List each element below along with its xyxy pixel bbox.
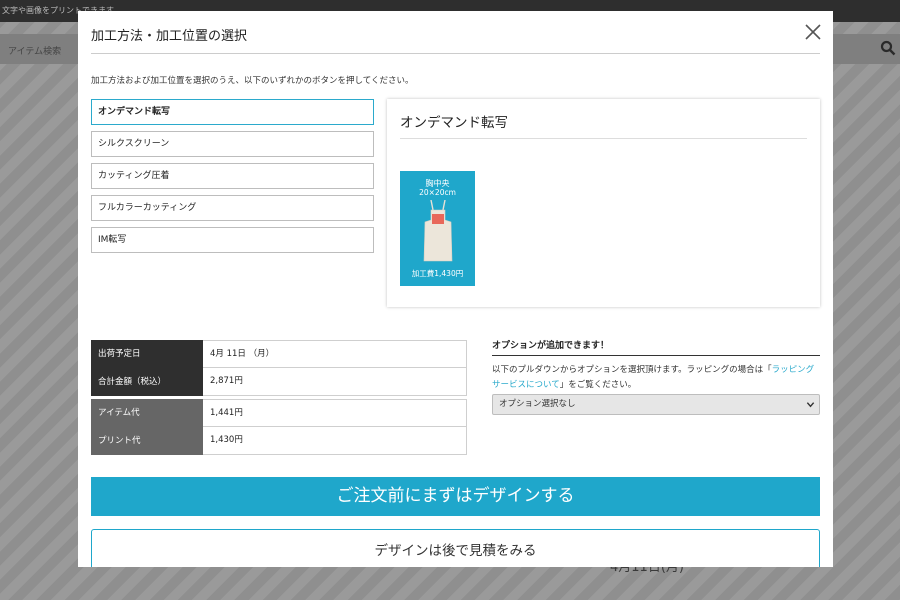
method-button-cutting[interactable]: カッティング圧着 bbox=[91, 163, 374, 189]
ship-date-value: 4月 11日 （月） bbox=[203, 340, 467, 368]
options-desc-text-after: 」をご覧ください。 bbox=[559, 380, 637, 390]
method-button-silkscreen[interactable]: シルクスクリーン bbox=[91, 131, 374, 157]
method-list: オンデマンド転写 シルクスクリーン カッティング圧着 フルカラーカッティング I… bbox=[91, 99, 374, 259]
search-placeholder: アイテム検索 bbox=[8, 47, 62, 57]
options-desc-text-before: 以下のプルダウンからオプションを選択頂けます。ラッピングの場合は「 bbox=[492, 365, 772, 375]
print-cost-label: プリント代 bbox=[91, 427, 203, 455]
detail-title: オンデマンド転写 bbox=[400, 115, 508, 131]
ship-date-row: 出荷予定日 4月 11日 （月） bbox=[91, 340, 467, 368]
item-cost-value: 1,441円 bbox=[203, 399, 467, 427]
options-description: 以下のプルダウンからオプションを選択頂けます。ラッピングの場合は「ラッピングサー… bbox=[492, 363, 822, 393]
print-method-modal: 加工方法・加工位置の選択 加工方法および加工位置を選択のうえ、以下のいずれかのボ… bbox=[78, 11, 833, 567]
method-button-fullcolor-cutting[interactable]: フルカラーカッティング bbox=[91, 195, 374, 221]
option-select[interactable]: オプション選択なし bbox=[492, 394, 820, 415]
position-size: 20×20cm bbox=[419, 188, 456, 197]
options-heading: オプションが追加できます！ bbox=[492, 341, 610, 351]
estimate-later-button[interactable]: デザインは後で見積をみる bbox=[91, 529, 820, 567]
print-position-card[interactable]: 胸中央 20×20cm 加工費1,430円 bbox=[400, 171, 475, 286]
print-cost-row: プリント代 1,430円 bbox=[91, 427, 467, 455]
modal-title: 加工方法・加工位置の選択 bbox=[91, 29, 248, 44]
total-label: 合計金額（税込） bbox=[91, 368, 203, 396]
apron-icon bbox=[423, 200, 453, 262]
search-icon bbox=[880, 40, 896, 56]
method-button-on-demand[interactable]: オンデマンド転写 bbox=[91, 99, 374, 125]
item-cost-row: アイテム代 1,441円 bbox=[91, 399, 467, 427]
title-divider bbox=[91, 53, 820, 54]
option-select-value: オプション選択なし bbox=[499, 399, 576, 409]
position-price: 加工費1,430円 bbox=[411, 269, 464, 278]
method-button-im-transfer[interactable]: IM転写 bbox=[91, 227, 374, 253]
method-detail-panel: オンデマンド転写 胸中央 20×20cm 加工費1,430円 bbox=[387, 99, 820, 307]
detail-divider bbox=[400, 138, 807, 139]
chevron-down-icon bbox=[806, 402, 815, 408]
design-first-button[interactable]: ご注文前にまずはデザインする bbox=[91, 477, 820, 516]
item-cost-label: アイテム代 bbox=[91, 399, 203, 427]
options-divider bbox=[492, 355, 820, 356]
total-row: 合計金額（税込） 2,871円 bbox=[91, 368, 467, 396]
instruction-text: 加工方法および加工位置を選択のうえ、以下のいずれかのボタンを押してください。 bbox=[91, 76, 414, 86]
close-icon[interactable] bbox=[802, 21, 824, 43]
print-cost-value: 1,430円 bbox=[203, 427, 467, 455]
total-value: 2,871円 bbox=[203, 368, 467, 396]
ship-date-label: 出荷予定日 bbox=[91, 340, 203, 368]
